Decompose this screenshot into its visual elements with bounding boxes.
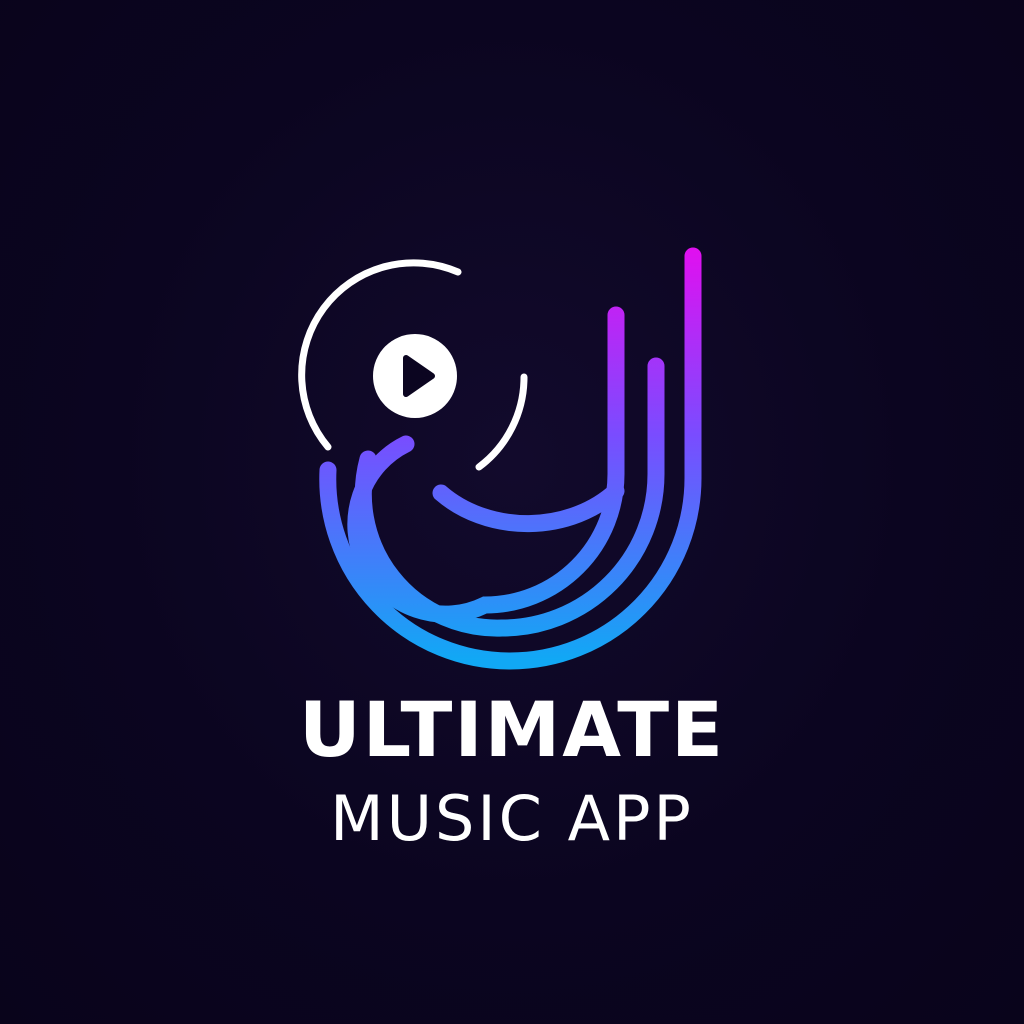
j-line-inner — [432, 482, 625, 533]
app-name-line1: ULTIMATE — [299, 685, 725, 774]
app-logo-splash: ULTIMATE MUSIC APP — [0, 0, 1024, 1024]
disc-inner-arc — [475, 373, 528, 471]
app-logo-icon — [298, 247, 702, 670]
music-note-j-icon — [319, 247, 702, 670]
app-name-line2: MUSIC APP — [330, 782, 694, 855]
play-icon[interactable] — [373, 334, 457, 418]
